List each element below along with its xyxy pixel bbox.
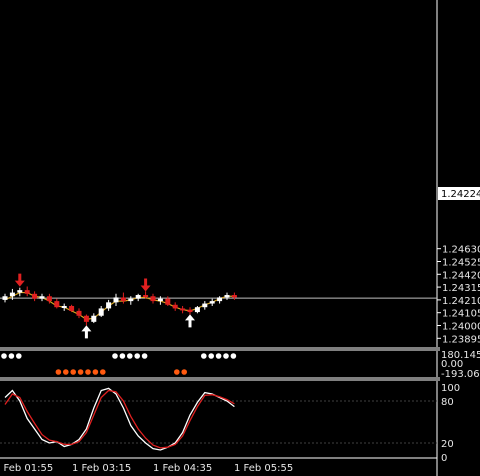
oscillator-tick-label: 20: [441, 439, 454, 450]
moving-average-line: [4, 291, 235, 321]
price-tick-label: 1.24630: [442, 245, 480, 256]
current-price-label: 1.24224: [441, 189, 480, 200]
signal-dot-white: [215, 353, 222, 359]
time-label-3: 1 Feb 05:55: [234, 463, 293, 474]
signal-panel: 180.14530.00-193.0667: [1, 350, 480, 380]
signal-dot-white: [223, 353, 229, 359]
candle-body: [39, 296, 45, 299]
oscillator-tick-label: 100: [441, 383, 460, 394]
sell-arrow-icon: [140, 278, 151, 292]
time-label-1: 1 Feb 03:15: [72, 463, 131, 474]
signal-dot-white: [8, 353, 15, 359]
time-label-0: 1 Feb 01:55: [0, 463, 53, 474]
signal-dot-white: [119, 353, 126, 359]
candle-body: [120, 297, 126, 302]
signal-dot-orange: [77, 369, 84, 375]
signal-dot-white: [141, 353, 148, 359]
candle-body: [180, 308, 186, 311]
price-panel: [0, 273, 437, 339]
candle-body: [231, 295, 237, 298]
price-tick-label: 1.24420: [442, 270, 480, 281]
price-tick-label: 1.24525: [442, 257, 480, 268]
candle-body: [32, 293, 38, 299]
signal-dot-orange: [63, 369, 69, 375]
candle-body: [194, 307, 200, 313]
signal-dot-white: [208, 353, 214, 359]
candle-body: [128, 298, 134, 302]
price-tick-label: 1.24000: [442, 321, 480, 332]
candle-body: [24, 290, 30, 294]
signal-dot-white: [201, 353, 207, 359]
candle-body: [61, 305, 67, 308]
candle-body: [172, 304, 178, 309]
signal-dot-orange: [181, 369, 187, 375]
signal-dot-white: [15, 353, 22, 359]
sell-arrow-icon: [14, 273, 25, 287]
signal-dot-white: [230, 353, 237, 359]
candle-body: [187, 309, 193, 313]
panel-separator-2[interactable]: [0, 377, 440, 381]
candle-body: [54, 301, 60, 308]
signal-dot-orange: [92, 369, 99, 375]
candle-body: [106, 302, 112, 309]
signal-dot-orange: [85, 369, 91, 375]
candle-body: [17, 290, 23, 293]
candle-body: [76, 310, 82, 316]
price-tick-label: 1.24210: [442, 296, 480, 307]
signal-axis-label: -193.0667: [441, 369, 480, 380]
candle-body: [98, 308, 104, 316]
oscillator-line-0: [4, 387, 235, 451]
oscillator-tick-label: 80: [441, 397, 454, 408]
candle-body: [9, 292, 15, 297]
candle-body: [165, 298, 171, 305]
signal-dot-orange: [100, 369, 106, 375]
candle-body: [224, 295, 230, 298]
oscillator-panel: 100 80 20 0: [0, 383, 460, 464]
candle-body: [157, 298, 163, 302]
candle-body: [69, 305, 75, 311]
signal-dot-orange: [70, 369, 76, 375]
buy-arrow-icon: [81, 325, 92, 339]
buy-arrow-icon: [185, 314, 195, 328]
candle-body: [143, 295, 149, 298]
oscillator-tick-label: 0: [441, 453, 447, 464]
candle-body: [202, 303, 208, 308]
candle-body: [209, 301, 215, 304]
candle-body: [150, 296, 156, 302]
signal-dot-orange: [55, 369, 62, 375]
price-axis: 1.246301.24525 1.24420 1.24315 1.24210 1.241…: [437, 245, 480, 345]
candle-body: [113, 297, 119, 303]
chart-canvas: 1.246301.24525 1.24420 1.24315 1.24210 1.241…: [0, 0, 480, 476]
signal-dot-white: [134, 353, 140, 359]
price-tick-label: 1.23895: [442, 334, 480, 345]
candle-body: [217, 297, 223, 302]
price-tick-label: 1.24105: [442, 309, 480, 320]
signal-dot-orange: [174, 369, 180, 375]
candle-body: [135, 295, 141, 299]
time-label-2: 1 Feb 04:35: [153, 463, 212, 474]
signal-dot-white: [127, 353, 133, 359]
candle-body: [2, 296, 8, 300]
candle-body: [83, 315, 89, 322]
candle-body: [46, 296, 52, 302]
signal-dot-white: [112, 353, 118, 359]
candle-body: [91, 315, 97, 322]
panel-separator-1[interactable]: [0, 347, 440, 351]
price-tick-label: 1.24315: [442, 283, 480, 294]
signal-dot-white: [1, 353, 7, 359]
